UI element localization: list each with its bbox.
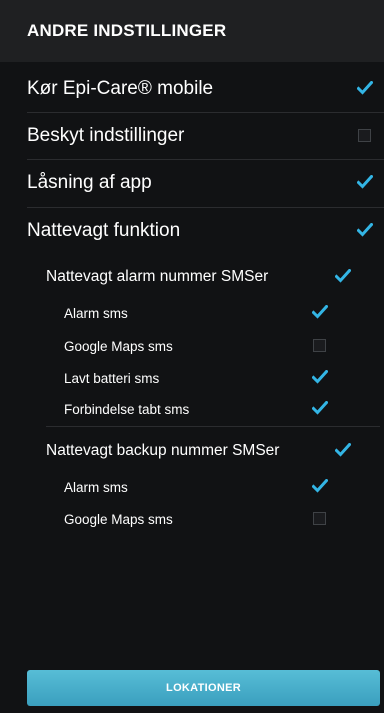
checkbox-low-battery-sms[interactable]: [312, 370, 328, 384]
checkmark-icon: [312, 479, 328, 493]
checkbox-backup-alarm-sms[interactable]: [312, 479, 328, 493]
setting-backup-alarm-sms[interactable]: Alarm sms: [0, 471, 384, 503]
setting-label: Alarm sms: [64, 305, 128, 321]
setting-google-maps-sms[interactable]: Google Maps sms: [0, 330, 384, 362]
locations-button[interactable]: LOKATIONER: [27, 670, 380, 706]
setting-label: Nattevagt funktion: [27, 220, 181, 241]
setting-alarm-sms[interactable]: Alarm sms: [0, 297, 384, 329]
checkmark-icon: [312, 370, 328, 384]
setting-backup-number[interactable]: Nattevagt backup nummer SMSer: [0, 432, 384, 470]
setting-label: Forbindelse tabt sms: [64, 401, 190, 417]
checkbox-night-watch[interactable]: [357, 223, 373, 237]
checkbox-alarm-number[interactable]: [335, 269, 351, 283]
checkmark-icon: [312, 305, 328, 319]
checkbox-protect-settings[interactable]: [358, 129, 371, 142]
setting-label: Nattevagt alarm nummer SMSer: [46, 268, 269, 285]
setting-app-lock[interactable]: Låsning af app: [0, 159, 384, 207]
setting-backup-google-maps-sms[interactable]: Google Maps sms: [0, 503, 384, 535]
checkmark-icon: [335, 443, 351, 457]
setting-label: Nattevagt backup nummer SMSer: [46, 442, 280, 459]
setting-label: Google Maps sms: [64, 338, 173, 354]
setting-label: Beskyt indstillinger: [27, 125, 185, 146]
setting-label: Google Maps sms: [64, 511, 173, 527]
setting-label: Alarm sms: [64, 479, 128, 495]
setting-alarm-number[interactable]: Nattevagt alarm nummer SMSer: [0, 258, 384, 296]
checkmark-icon: [312, 401, 328, 415]
checkmark-icon: [357, 175, 373, 189]
setting-connection-lost-sms[interactable]: Forbindelse tabt sms: [0, 393, 384, 425]
checkbox-google-maps-sms[interactable]: [313, 339, 326, 352]
page-title-text: ANDRE INDSTILLINGER: [27, 21, 227, 40]
checkmark-icon: [357, 81, 373, 95]
checkbox-backup-number[interactable]: [335, 443, 351, 457]
checkbox-backup-google-maps-sms[interactable]: [313, 512, 326, 525]
setting-low-battery-sms[interactable]: Lavt batteri sms: [0, 362, 384, 394]
checkbox-connection-lost-sms[interactable]: [312, 401, 328, 415]
checkbox-alarm-sms[interactable]: [312, 305, 328, 319]
setting-protect-settings[interactable]: Beskyt indstillinger: [0, 112, 384, 160]
checkbox-app-lock[interactable]: [357, 175, 373, 189]
checkmark-icon: [335, 269, 351, 283]
checkmark-icon: [357, 223, 373, 237]
setting-run-mobile[interactable]: Kør Epi-Care® mobile: [0, 65, 384, 113]
settings-screen: ANDRE INDSTILLINGER Kør Epi-Care® mobile…: [0, 0, 384, 713]
divider: [46, 426, 380, 427]
setting-night-watch[interactable]: Nattevagt funktion: [0, 207, 384, 255]
setting-label: Låsning af app: [27, 172, 152, 193]
locations-button-label: LOKATIONER: [166, 682, 241, 694]
checkbox-run-mobile[interactable]: [357, 81, 373, 95]
setting-label: Lavt batteri sms: [64, 370, 160, 386]
page-title: ANDRE INDSTILLINGER: [0, 0, 384, 62]
setting-label: Kør Epi-Care® mobile: [27, 78, 214, 99]
